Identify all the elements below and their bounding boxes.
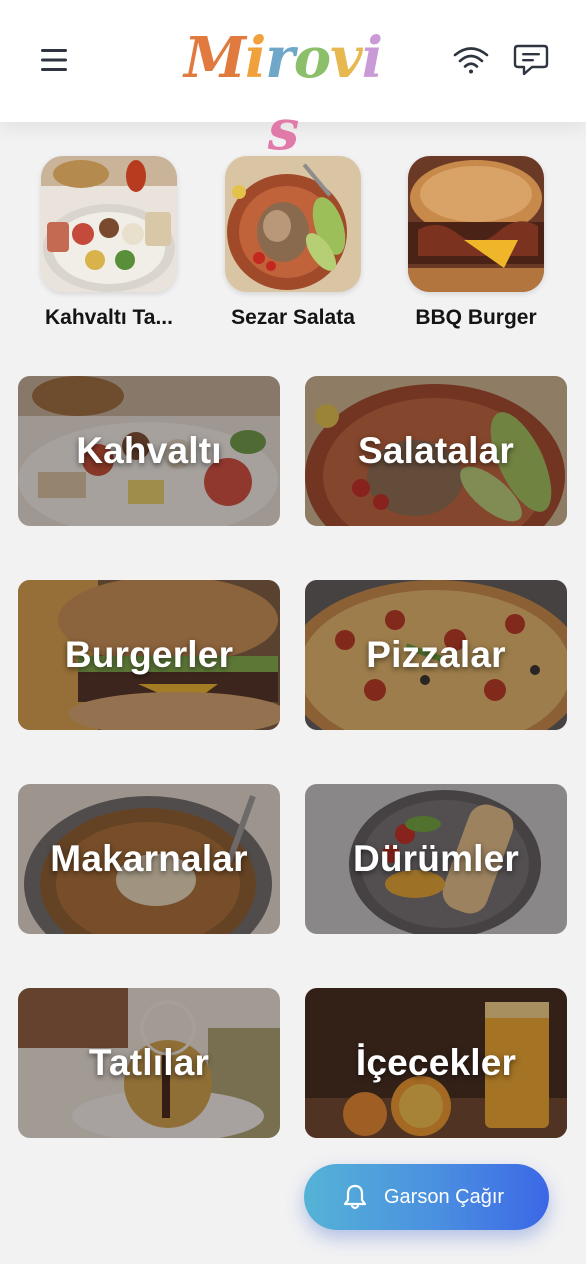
category-card-durumler[interactable]: Dürümler (305, 784, 567, 934)
featured-item-label: BBQ Burger (415, 306, 537, 329)
caesar-salad-image (225, 156, 361, 292)
bbq-burger-image (408, 156, 544, 292)
call-waiter-label: Garson Çağır (384, 1185, 505, 1208)
category-label: Makarnalar (50, 838, 248, 879)
featured-item-label: Sezar Salata (231, 306, 355, 329)
category-label: Tatlılar (88, 1042, 210, 1083)
brand-logo-letter: i (245, 25, 266, 91)
category-label: Salatalar (357, 430, 515, 471)
wifi-icon (453, 47, 489, 74)
top-bar: Mirovis (0, 0, 586, 163)
category-label: Burgerler (64, 634, 234, 675)
category-card-tatlilar[interactable]: Tatlılar (18, 988, 280, 1138)
brand-logo-letter: M (184, 25, 246, 91)
breakfast-plate-image (41, 156, 177, 292)
brand-logo-letter: s (267, 97, 300, 163)
category-card-kahvalti[interactable]: Kahvaltı (18, 376, 280, 526)
wifi-button[interactable] (452, 44, 490, 76)
featured-item-label: Kahvaltı Ta... (45, 306, 173, 329)
messages-button[interactable] (512, 42, 550, 78)
category-card-makarnalar[interactable]: Makarnalar (18, 784, 280, 934)
category-label: Dürümler (352, 838, 520, 879)
featured-item[interactable]: BBQ Burger (401, 156, 551, 330)
bell-icon (343, 1184, 367, 1210)
chat-icon (513, 44, 549, 76)
brand-logo-letter: r (265, 25, 294, 91)
menu-button[interactable] (36, 44, 72, 76)
featured-item[interactable]: Kahvaltı Ta... (34, 156, 184, 330)
category-card-salatalar[interactable]: Salatalar (305, 376, 567, 526)
brand-logo-letter: v (330, 25, 363, 91)
brand-logo-letter: i (361, 25, 383, 91)
category-label: Kahvaltı (76, 430, 222, 471)
category-label: Pizzalar (366, 634, 506, 675)
category-card-icecekler[interactable]: İçecekler (305, 988, 567, 1138)
menu-icon (41, 49, 67, 71)
category-card-burgerler[interactable]: Burgerler (18, 580, 280, 730)
call-waiter-button[interactable]: Garson Çağır (304, 1164, 549, 1230)
brand-logo: Mirovis (170, 22, 396, 163)
app-screen: Mirovis Kahvaltı Ta... Sezar Salata BBQ … (0, 0, 586, 1264)
category-card-pizzalar[interactable]: Pizzalar (305, 580, 567, 730)
category-label: İçecekler (355, 1042, 517, 1083)
brand-logo-letter: o (293, 25, 331, 91)
featured-item[interactable]: Sezar Salata (218, 156, 368, 330)
